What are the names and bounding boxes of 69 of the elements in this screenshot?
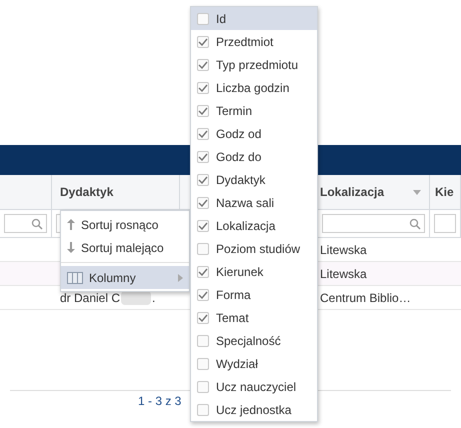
column-toggle-item[interactable]: Godz od: [191, 122, 317, 145]
column-header[interactable]: Lokalizacja: [320, 183, 384, 201]
search-icon: [409, 218, 421, 230]
table-cell-text: Litewska: [320, 242, 367, 258]
column-toggle-item[interactable]: Id: [191, 7, 317, 30]
search-icon: [31, 218, 43, 230]
checkmark-icon: [198, 290, 208, 298]
pagination-text: 1 - 3 z 3: [138, 392, 182, 410]
checkbox[interactable]: [197, 36, 209, 48]
column-toggle-item[interactable]: Forma: [191, 283, 317, 306]
table-cell-text: Centrum Biblio…: [320, 290, 411, 306]
checkbox[interactable]: [197, 196, 209, 208]
table-cell-text: dr Daniel C: [60, 290, 120, 306]
checkbox[interactable]: [197, 404, 209, 416]
submenu-arrow-icon: [178, 274, 183, 282]
checkmark-icon: [198, 314, 208, 322]
checkbox[interactable]: [197, 312, 209, 324]
checkmark-icon: [198, 60, 208, 68]
checkbox[interactable]: [197, 220, 209, 232]
checkmark-icon: [198, 176, 208, 184]
checkbox[interactable]: [197, 288, 209, 300]
checkbox[interactable]: [197, 128, 209, 140]
filter-field[interactable]: [4, 214, 47, 233]
checkbox[interactable]: [197, 150, 209, 162]
column-toggle-item[interactable]: Wydział: [191, 352, 317, 375]
column-toggle-item[interactable]: Godz do: [191, 145, 317, 168]
checkbox[interactable]: [197, 104, 209, 116]
checkmark-icon: [198, 198, 208, 206]
checkmark-icon: [198, 152, 208, 160]
up-arrow-icon: [67, 219, 75, 230]
checkmark-icon: [198, 130, 208, 138]
checkbox[interactable]: [197, 174, 209, 186]
filter-field[interactable]: [434, 214, 456, 233]
checkmark-icon: [198, 38, 208, 46]
column-toggle-item[interactable]: Nazwa sali: [191, 191, 317, 214]
checkbox[interactable]: [197, 82, 209, 94]
column-toggle-item[interactable]: Specjalność: [191, 329, 317, 352]
column-toggle-item[interactable]: Ucz nauczyciel: [191, 375, 317, 398]
checkbox[interactable]: [197, 266, 209, 278]
checkbox[interactable]: [197, 380, 209, 392]
checkbox[interactable]: [197, 12, 209, 24]
menu-item[interactable]: Sortuj malejąco: [61, 236, 189, 259]
checkmark-icon: [198, 222, 208, 230]
checkmark-icon: [198, 84, 208, 92]
column-toggle-item[interactable]: Typ przedmiotu: [191, 53, 317, 76]
table-cell-text: .: [152, 290, 156, 306]
column-toggle-item[interactable]: Kierunek: [191, 260, 317, 283]
checkmark-icon: [198, 106, 208, 114]
menu-item[interactable]: Sortuj rosnąco: [61, 213, 189, 236]
column-toggle-item[interactable]: Lokalizacja: [191, 214, 317, 237]
checkbox[interactable]: [197, 58, 209, 70]
column-toggle-item[interactable]: Termin: [191, 99, 317, 122]
column-header[interactable]: Kie: [435, 183, 454, 201]
checkbox[interactable]: [197, 242, 209, 254]
checkbox[interactable]: [197, 334, 209, 346]
checkmark-icon: [198, 268, 208, 276]
column-toggle-item[interactable]: Poziom studiów: [191, 237, 317, 260]
checkbox[interactable]: [197, 358, 209, 370]
menu-item[interactable]: Kolumny: [61, 266, 189, 289]
filter-field[interactable]: [322, 214, 425, 233]
column-toggle-item[interactable]: Temat: [191, 306, 317, 329]
column-toggle-item[interactable]: Dydaktyk: [191, 168, 317, 191]
column-toggle-item[interactable]: Ucz jednostka: [191, 398, 317, 421]
table-cell-text: Litewska: [320, 266, 367, 282]
column-toggle-item[interactable]: Przedtmiot: [191, 30, 317, 53]
columns-icon: [67, 272, 83, 284]
down-arrow-icon: [67, 242, 75, 253]
column-toggle-item[interactable]: Liczba godzin: [191, 76, 317, 99]
column-header[interactable]: Dydaktyk: [60, 183, 114, 201]
